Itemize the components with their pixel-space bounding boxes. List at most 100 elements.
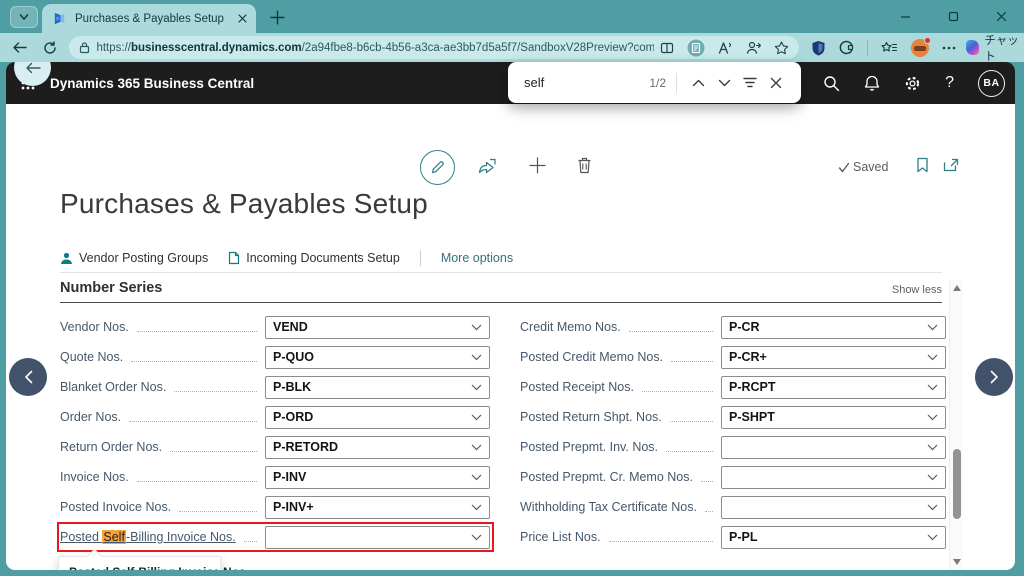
field-value: P-INV [273, 470, 306, 484]
address-bar-icons [660, 39, 789, 57]
posted-prepmt-cr-memo-nos-field[interactable] [721, 466, 946, 489]
field-row: Blanket Order Nos.P-BLK [60, 372, 490, 402]
vertical-scrollbar[interactable] [949, 280, 963, 570]
search-icon[interactable] [823, 75, 840, 92]
chevron-down-icon [471, 324, 482, 331]
browser-back-button[interactable] [8, 36, 31, 60]
return-order-nos-field[interactable]: P-RETORD [265, 436, 490, 459]
window-minimize-button[interactable] [890, 4, 920, 28]
find-previous-button[interactable] [685, 70, 711, 96]
posted-receipt-nos-field[interactable]: P-RCPT [721, 376, 946, 399]
field-tooltip: Posted Self-Billing Invoice Nos. Ask Cop… [58, 556, 221, 570]
tab-actions-menu-button[interactable] [10, 6, 38, 28]
tab-close-icon[interactable] [237, 13, 248, 24]
field-row: Credit Memo Nos.P-CR [520, 312, 946, 342]
profile-suggest-icon[interactable] [746, 41, 761, 55]
field-value: P-INV+ [273, 500, 314, 514]
chevron-down-icon [927, 324, 938, 331]
find-input[interactable]: self [524, 75, 649, 90]
more-options-action[interactable]: More options [441, 251, 513, 265]
more-menu-icon[interactable] [942, 46, 956, 50]
dotted-leader [670, 421, 713, 422]
url-path: /2a94fbe8-b6cb-4b56-a3ca-ae3bb7d5a5f7/Sa… [302, 42, 655, 54]
show-less-toggle[interactable]: Show less [892, 284, 942, 296]
refresh-icon [43, 41, 57, 55]
browser-profile-avatar[interactable] [911, 39, 929, 57]
field-label: Posted Prepmt. Cr. Memo Nos. [520, 470, 693, 484]
browser-refresh-button[interactable] [39, 36, 62, 60]
reader-mode-icon[interactable] [687, 39, 705, 57]
new-record-button[interactable] [529, 157, 546, 179]
copilot-chat-label: チャット [984, 32, 1024, 64]
window-close-button[interactable] [986, 4, 1016, 28]
bookmark-button[interactable] [916, 157, 929, 178]
dotted-leader [629, 331, 713, 332]
posted-credit-memo-nos-field[interactable]: P-CR+ [721, 346, 946, 369]
field-label: Price List Nos. [520, 530, 601, 544]
dotted-leader [129, 421, 257, 422]
order-nos-field[interactable]: P-ORD [265, 406, 490, 429]
url-text: https://businesscentral.dynamics.com/2a9… [96, 42, 654, 54]
find-options-button[interactable] [737, 70, 763, 96]
extensions-icon[interactable] [839, 40, 854, 55]
chevron-down-icon [471, 384, 482, 391]
posted-self-billing-invoice-nos-field[interactable] [265, 526, 490, 549]
favorites-star-icon[interactable] [774, 41, 789, 55]
price-list-nos-field[interactable]: P-PL [721, 526, 946, 549]
blanket-order-nos-field[interactable]: P-BLK [265, 376, 490, 399]
field-label: Posted Invoice Nos. [60, 500, 171, 514]
field-label: Order Nos. [60, 410, 121, 424]
invoice-nos-field[interactable]: P-INV [265, 466, 490, 489]
settings-gear-icon[interactable] [904, 75, 921, 92]
withholding-tax-certificate-nos-field[interactable] [721, 496, 946, 519]
dotted-leader [244, 541, 257, 542]
share-button[interactable] [478, 157, 497, 179]
field-value: P-CR [729, 320, 760, 334]
save-status: Saved [838, 160, 888, 174]
dotted-leader [174, 391, 257, 392]
field-label: Vendor Nos. [60, 320, 129, 334]
field-row: Posted Receipt Nos.P-RCPT [520, 372, 946, 402]
notifications-bell-icon[interactable] [864, 75, 880, 92]
split-screen-icon[interactable] [660, 41, 674, 55]
next-record-button[interactable] [975, 358, 1013, 396]
scrollbar-thumb[interactable] [953, 449, 961, 519]
quote-nos-field[interactable]: P-QUO [265, 346, 490, 369]
shield-extension-icon[interactable] [811, 40, 826, 56]
posted-return-shpt-nos-field[interactable]: P-SHPT [721, 406, 946, 429]
posted-invoice-nos-field[interactable]: P-INV+ [265, 496, 490, 519]
dotted-leader [170, 451, 257, 452]
favorites-bar-icon[interactable] [881, 41, 898, 55]
find-next-button[interactable] [711, 70, 737, 96]
posted-self-billing-invoice-nos-label[interactable]: Posted Self-Billing Invoice Nos. [60, 530, 236, 544]
vendor-posting-groups-action[interactable]: Vendor Posting Groups [60, 251, 208, 265]
number-series-section-header: Number Series Show less [60, 280, 942, 303]
notification-dot [924, 37, 931, 44]
incoming-documents-setup-action[interactable]: Incoming Documents Setup [228, 251, 400, 265]
window-maximize-button[interactable] [938, 4, 968, 28]
scroll-down-arrow[interactable] [953, 559, 961, 565]
posted-prepmt-inv-nos-field[interactable] [721, 436, 946, 459]
open-in-new-window-button[interactable] [943, 158, 959, 177]
copilot-chat-button[interactable]: チャット [966, 32, 1024, 64]
find-close-button[interactable] [763, 70, 789, 96]
read-aloud-icon[interactable] [718, 41, 733, 54]
bookmark-icon [916, 157, 929, 173]
browser-tab[interactable]: Purchases & Payables Setup [42, 4, 256, 33]
back-arrow-icon [25, 62, 41, 75]
help-icon[interactable]: ? [945, 74, 954, 92]
scroll-up-arrow[interactable] [953, 285, 961, 291]
toolbar-extension-icons [811, 39, 956, 57]
address-bar[interactable]: https://businesscentral.dynamics.com/2a9… [69, 36, 799, 59]
dynamics-favicon [52, 11, 67, 26]
chevron-down-icon [927, 414, 938, 421]
edit-button[interactable] [420, 150, 455, 185]
field-value: P-PL [729, 530, 757, 544]
previous-record-button[interactable] [9, 358, 47, 396]
delete-button[interactable] [577, 157, 592, 179]
vendor-nos-field[interactable]: VEND [265, 316, 490, 339]
credit-memo-nos-field[interactable]: P-CR [721, 316, 946, 339]
new-tab-button[interactable] [264, 4, 290, 30]
dotted-leader [666, 451, 713, 452]
user-avatar[interactable]: BA [978, 70, 1005, 97]
